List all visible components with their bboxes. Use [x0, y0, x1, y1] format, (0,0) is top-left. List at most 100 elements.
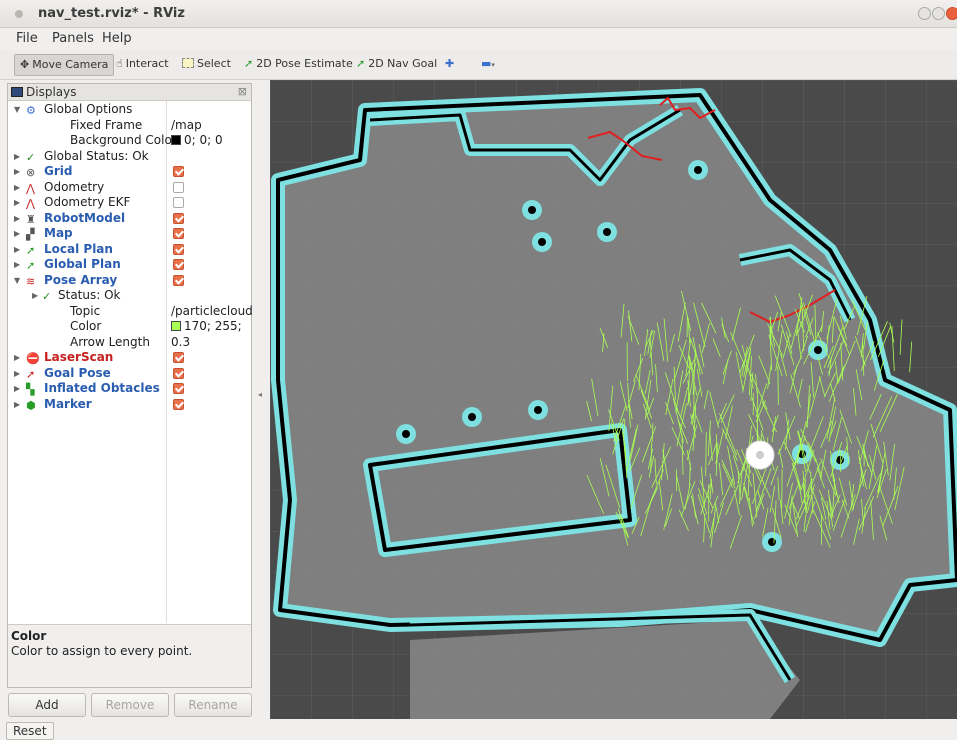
move-camera-label: Move Camera [32, 58, 109, 71]
tree-row-global-status[interactable]: ▶ ✓ Global Status: Ok [8, 149, 251, 165]
tree-row-arrow-length[interactable]: Arrow Length 0.3 [8, 335, 251, 351]
add-button[interactable]: Add [8, 693, 86, 717]
fixed-frame-value[interactable]: /map [171, 118, 202, 133]
collapsed-arrow-icon[interactable]: ▶ [14, 257, 20, 272]
collapsed-arrow-icon[interactable]: ▶ [14, 397, 20, 412]
description-text: Color to assign to every point. [11, 644, 193, 658]
tree-row-global-options[interactable]: ▼ ⚙ Global Options [8, 102, 251, 118]
tree-row-color[interactable]: Color 170; 255; [8, 319, 251, 335]
pose-array-checkbox[interactable] [173, 274, 184, 286]
robotmodel-checkbox[interactable] [173, 212, 184, 224]
tree-row-pose-array[interactable]: ▼ ≋ Pose Array [8, 273, 251, 289]
collapsed-arrow-icon[interactable]: ▶ [14, 242, 20, 257]
add-tool-icon[interactable]: ✚ [440, 54, 459, 76]
grid-checkbox[interactable] [173, 166, 184, 177]
displays-header: Displays ⊠ [8, 84, 251, 101]
tree-row-odometry[interactable]: ▶ ⋀ Odometry [8, 180, 251, 196]
gear-icon: ⚙ [26, 104, 36, 117]
tree-row-background-color[interactable]: Background Color 0; 0; 0 [8, 133, 251, 149]
path-icon: ➚ [26, 243, 36, 257]
marker-label: Marker [44, 396, 92, 411]
color-value[interactable]: 170; 255; [171, 319, 242, 334]
path-icon: ➚ [26, 259, 36, 272]
arrow-length-value[interactable]: 0.3 [171, 335, 190, 350]
tree-row-global-plan[interactable]: ▶ ➚ Global Plan [8, 257, 251, 273]
collapsed-arrow-icon[interactable]: ▶ [14, 180, 20, 195]
collapsed-arrow-icon[interactable]: ▶ [14, 381, 20, 396]
rename-button[interactable]: Rename [174, 693, 252, 717]
property-description: Color Color to assign to every point. [8, 624, 251, 687]
expand-arrow-icon[interactable]: ▼ [14, 102, 20, 117]
tree-row-goal-pose[interactable]: ▶ ➚ Goal Pose [8, 366, 251, 382]
tree-row-topic[interactable]: Topic /particlecloud [8, 304, 253, 320]
move-camera-button[interactable]: ✥ Move Camera [14, 54, 115, 76]
select-button[interactable]: Select [177, 54, 236, 76]
grid-icon: ⊗ [26, 166, 36, 179]
reset-button[interactable]: Reset [6, 722, 54, 740]
topic-value[interactable]: /particlecloud [171, 304, 253, 319]
map-label: Map [44, 226, 73, 240]
render-viewport[interactable] [270, 80, 957, 719]
map-canvas[interactable] [270, 80, 957, 719]
robot-center [756, 451, 764, 459]
collapsed-arrow-icon[interactable]: ▶ [14, 350, 20, 365]
color-label: Color [70, 319, 102, 333]
background-color-value[interactable]: 0; 0; 0 [171, 133, 223, 148]
menu-file[interactable]: File [16, 31, 38, 46]
map-checkbox[interactable] [173, 228, 184, 239]
robot-icon: ♜ [26, 212, 36, 226]
color-text: 170; 255; [184, 319, 242, 333]
marker-checkbox[interactable] [173, 398, 184, 410]
nav-goal-button[interactable]: ➚ 2D Nav Goal [351, 54, 442, 76]
close-panel-icon[interactable]: ⊠ [238, 85, 247, 98]
close-icon[interactable] [946, 7, 957, 20]
tree-row-inflated-obtacles[interactable]: ▶ ▚ Inflated Obtacles [8, 381, 251, 397]
local-plan-checkbox[interactable] [173, 243, 184, 255]
tree-row-marker[interactable]: ▶ ⬢ Marker [8, 397, 251, 413]
background-color-text: 0; 0; 0 [184, 133, 223, 147]
collapsed-arrow-icon[interactable]: ▶ [14, 195, 20, 210]
tree-row-odometry-ekf[interactable]: ▶ ⋀ Odometry EKF [8, 195, 251, 211]
tree-row-fixed-frame[interactable]: Fixed Frame /map [8, 118, 251, 134]
odometry-icon: ⋀ [26, 181, 36, 195]
remove-tool-icon[interactable]: ▬▾ [476, 54, 500, 76]
collapsed-arrow-icon[interactable]: ▶ [32, 288, 38, 303]
odometry-checkbox[interactable] [173, 181, 184, 193]
expand-arrow-icon[interactable]: ▼ [14, 273, 20, 288]
green-swatch [171, 321, 181, 331]
menu-panels[interactable]: Panels [52, 31, 94, 46]
collapsed-arrow-icon[interactable]: ▶ [14, 366, 20, 381]
fixed-frame-label: Fixed Frame [70, 117, 143, 132]
interact-button[interactable]: ☝ Interact [111, 54, 174, 76]
maximize-icon[interactable] [932, 7, 945, 20]
goal-pose-checkbox[interactable] [173, 367, 184, 379]
collapsed-arrow-icon[interactable]: ▶ [14, 164, 20, 179]
collapsed-arrow-icon[interactable]: ▶ [14, 226, 20, 241]
pose-estimate-button[interactable]: ➚ 2D Pose Estimate [239, 54, 358, 76]
app-menu-icon[interactable] [15, 10, 23, 18]
tree-row-robotmodel[interactable]: ▶ ♜ RobotModel [8, 211, 251, 227]
remove-button[interactable]: Remove [91, 693, 169, 717]
tree-row-local-plan[interactable]: ▶ ➚ Local Plan [8, 242, 251, 258]
pose-array-icon: ≋ [26, 274, 36, 288]
hand-icon: ☝ [116, 57, 123, 70]
collapsed-arrow-icon[interactable]: ▶ [14, 211, 20, 226]
tree-row-map[interactable]: ▶ ▞ Map [8, 226, 251, 242]
pose-estimate-icon: ➚ [244, 57, 254, 70]
tree-row-laserscan[interactable]: ▶ ⛔ LaserScan [8, 350, 251, 366]
odometry-ekf-checkbox[interactable] [173, 197, 184, 208]
menu-help[interactable]: Help [102, 31, 132, 46]
inflated-obtacles-checkbox[interactable] [173, 383, 184, 394]
robotmodel-label: RobotModel [44, 210, 126, 225]
tree-row-grid[interactable]: ▶ ⊗ Grid [8, 164, 251, 180]
minimize-icon[interactable] [918, 7, 931, 20]
tree-row-pose-array-status[interactable]: ▶ ✓ Status: Ok [8, 288, 251, 304]
inflated-obtacles-label: Inflated Obtacles [44, 381, 160, 395]
collapsed-arrow-icon[interactable]: ▶ [14, 149, 20, 164]
arrow-length-label: Arrow Length [70, 334, 150, 349]
interact-label: Interact [125, 57, 169, 70]
pose-estimate-label: 2D Pose Estimate [256, 57, 353, 70]
laserscan-checkbox[interactable] [173, 352, 184, 363]
global-plan-checkbox[interactable] [173, 259, 184, 270]
splitter-handle-icon[interactable]: ◂ [258, 390, 262, 399]
